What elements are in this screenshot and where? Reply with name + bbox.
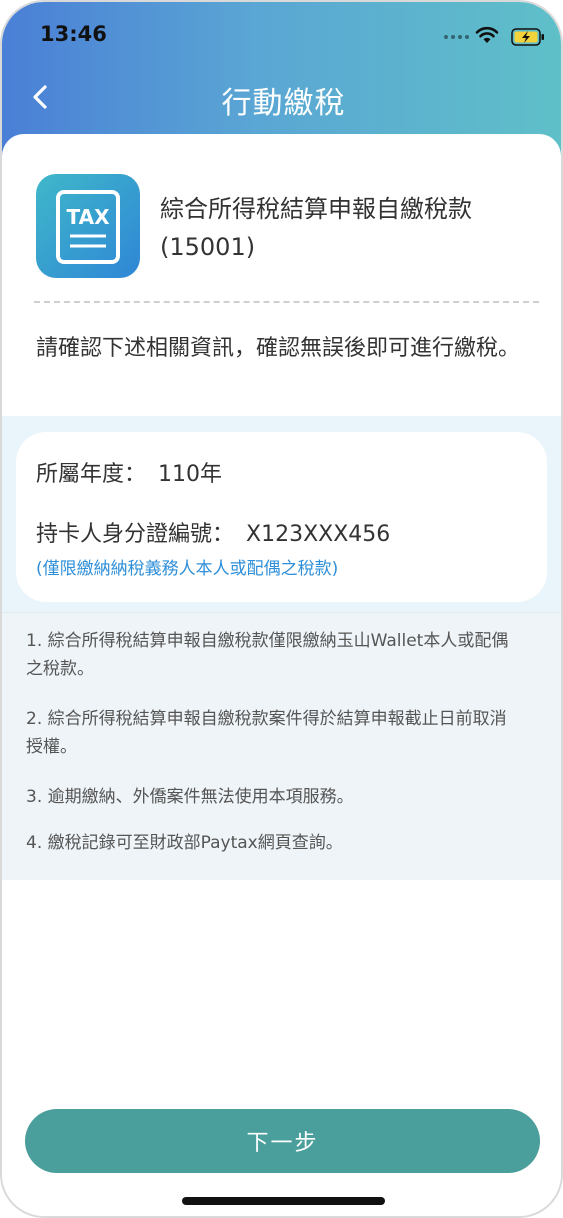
signal-icon [444, 35, 469, 39]
tax-year-value: 110年 [158, 462, 223, 487]
note-item: 4. 繳稅記錄可至財政部Paytax網頁查詢。 [26, 833, 343, 853]
status-bar: 13:46 [2, 22, 561, 52]
note-item: 1. 綜合所得稅結算申報自繳稅款僅限繳納玉山Wallet本人或配偶之稅款。 [26, 631, 509, 679]
tax-year-label: 所屬年度： [36, 462, 147, 487]
service-name: 綜合所得稅結算申報自繳稅款 (15001) [160, 190, 541, 266]
service-code: (15001) [160, 233, 256, 261]
next-step-button[interactable]: 下一步 [25, 1109, 540, 1173]
phone-screen: 13:46 行動繳稅 TAX 綜合所得稅結算申報自繳稅款 (15001) 請確認… [0, 0, 563, 1218]
note-item: 3. 逾期繳納、外僑案件無法使用本項服務。 [26, 787, 354, 807]
wifi-icon [475, 26, 499, 43]
battery-charging-icon [511, 28, 544, 46]
info-section: 所屬年度： 110年 持卡人身分證編號： X123XXX456 (僅限繳納納稅義務人… [2, 416, 561, 612]
notes-section: 1. 綜合所得稅結算申報自繳稅款僅限繳納玉山Wallet本人或配偶之稅款。 2.… [2, 612, 561, 880]
id-number-row: 持卡人身分證編號： X123XXX456 [36, 516, 390, 548]
service-name-line1: 綜合所得稅結算申報自繳稅款 [160, 195, 472, 223]
confirm-instruction: 請確認下述相關資訊，確認無誤後即可進行繳稅。 [36, 336, 521, 361]
id-number-value: X123XXX456 [246, 522, 391, 547]
id-number-label: 持卡人身分證編號： [36, 522, 235, 547]
dashed-divider [34, 301, 539, 303]
tax-year-row: 所屬年度： 110年 [36, 456, 222, 488]
tax-icon-label: TAX [67, 205, 111, 229]
navigation-bar: 行動繳稅 [2, 72, 561, 124]
note-item: 2. 綜合所得稅結算申報自繳稅款案件得於結算申報截止日前取消授權。 [26, 709, 507, 757]
service-header: TAX 綜合所得稅結算申報自繳稅款 (15001) [36, 174, 541, 284]
info-card: 所屬年度： 110年 持卡人身分證編號： X123XXX456 (僅限繳納納稅義務人… [16, 432, 547, 602]
status-time: 13:46 [40, 22, 107, 46]
page-title: 行動繳稅 [221, 86, 346, 121]
main-content: TAX 綜合所得稅結算申報自繳稅款 (15001) 請確認下述相關資訊，確認無誤… [2, 134, 561, 1216]
tax-document-icon: TAX [36, 174, 140, 278]
restriction-note: (僅限繳納納稅義務人本人或配偶之稅款) [36, 559, 339, 579]
home-indicator [182, 1197, 385, 1205]
